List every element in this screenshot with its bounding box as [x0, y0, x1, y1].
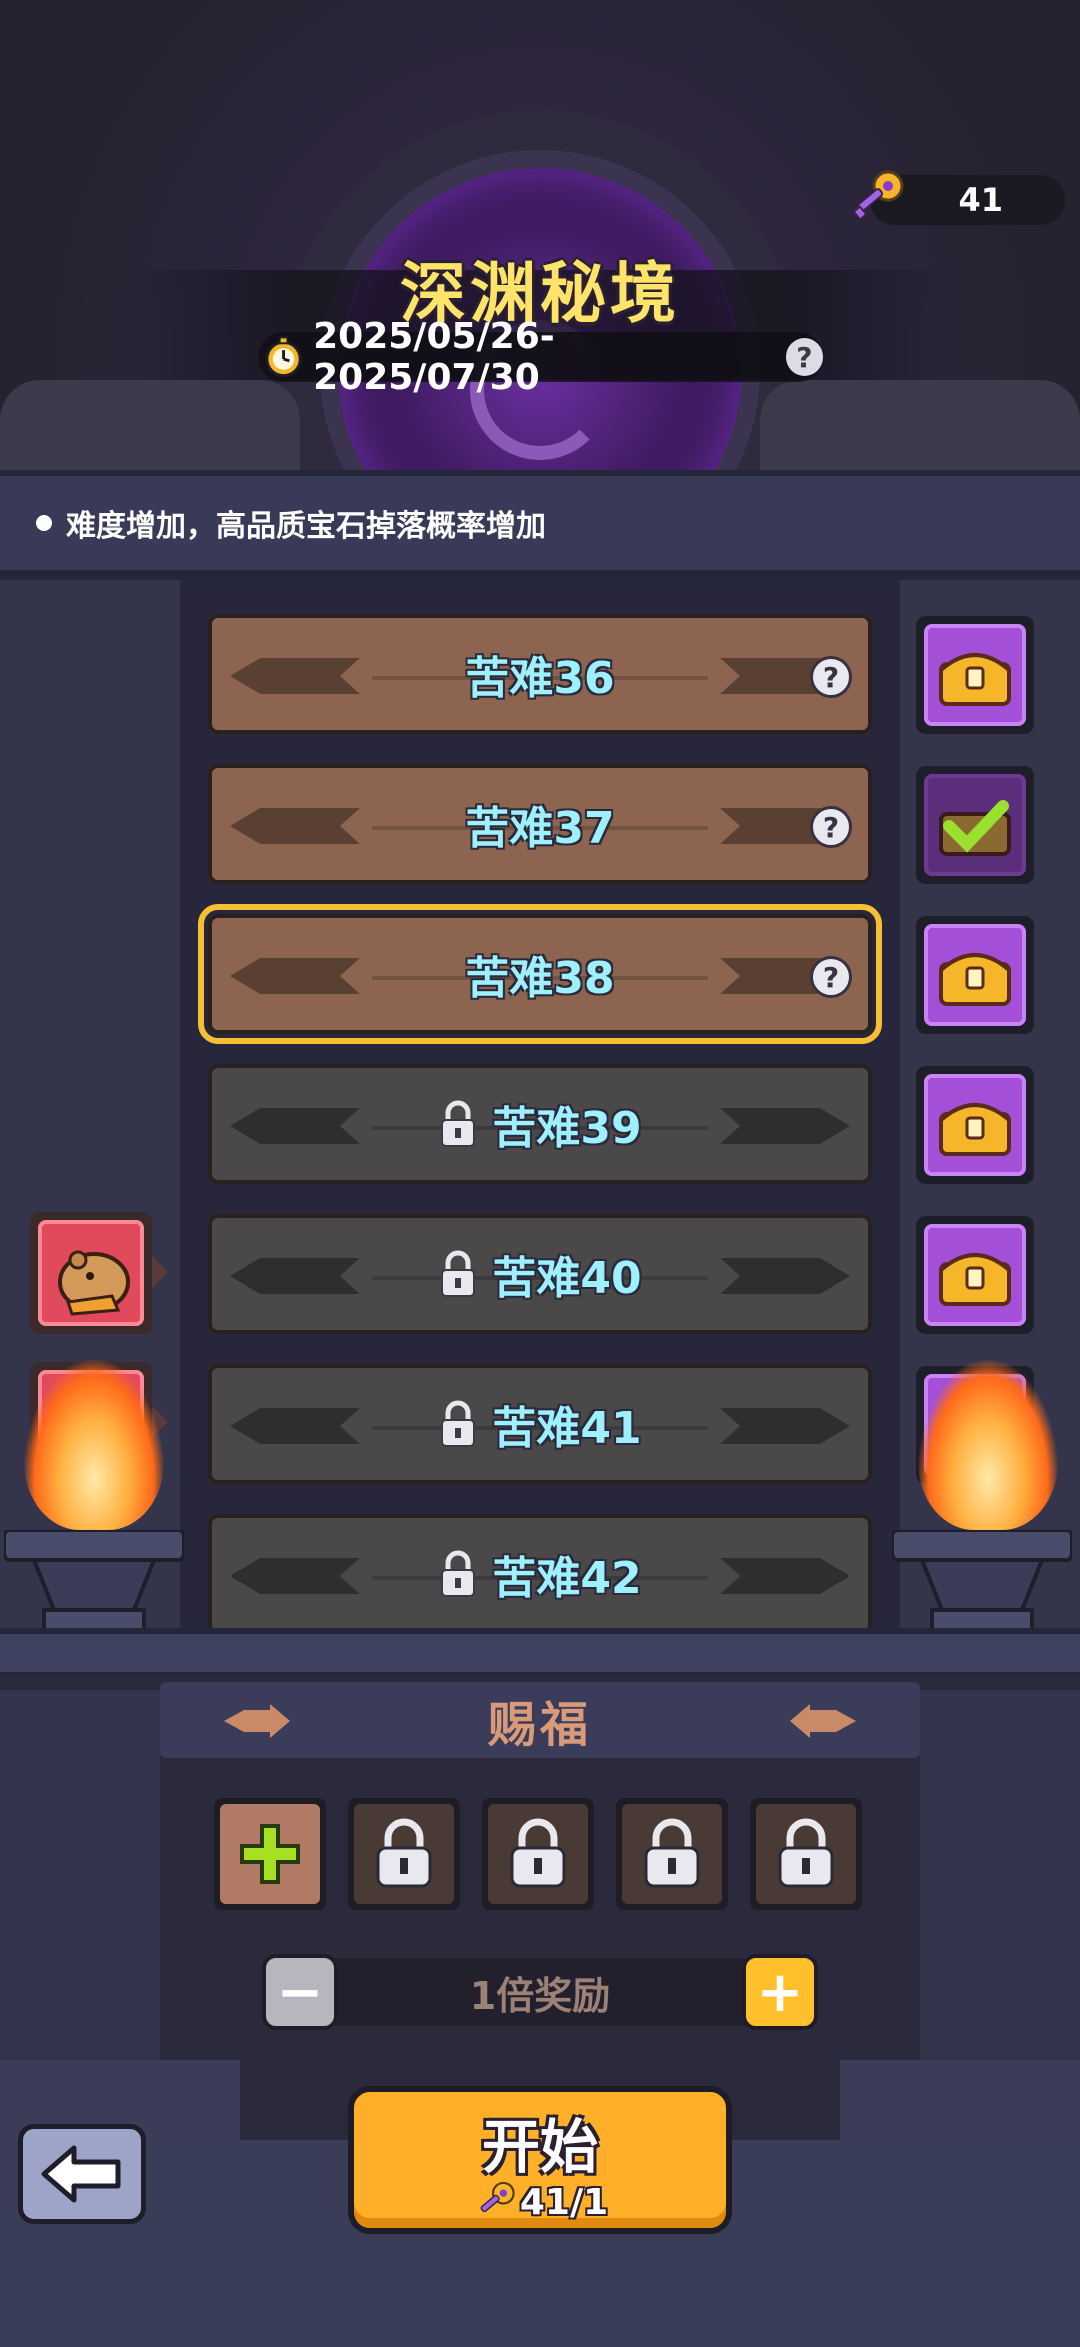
- capybara-portrait: [38, 1220, 144, 1326]
- event-help-icon[interactable]: ?: [785, 338, 823, 376]
- blessing-slot-locked-1[interactable]: [348, 1798, 460, 1910]
- blessing-slot-locked-4[interactable]: [750, 1798, 862, 1910]
- stopwatch-icon: [265, 336, 302, 378]
- blessing-header: 赐福: [160, 1682, 920, 1758]
- level-help-icon[interactable]: ?: [810, 806, 852, 848]
- arrow-right-deco-icon: [224, 1704, 290, 1738]
- lock-icon: [441, 1550, 476, 1597]
- arrow-deco-icon: [230, 1258, 360, 1294]
- level-row-36[interactable]: 苦难36 ?: [208, 614, 872, 734]
- chest-reward-37[interactable]: [916, 766, 1034, 884]
- add-slot: [220, 1804, 320, 1904]
- level-label: 苦难41: [492, 1403, 642, 1454]
- chest-reward-40[interactable]: [916, 1216, 1034, 1334]
- buff-arrow-icon: [152, 1256, 168, 1288]
- flame-right-icon: [918, 1360, 1058, 1530]
- lock-icon: [644, 1818, 700, 1888]
- level-row-39[interactable]: 苦难39: [208, 1064, 872, 1184]
- arrow-deco-icon: [230, 958, 360, 994]
- locked-slot: [488, 1804, 588, 1904]
- lock-icon: [441, 1400, 476, 1447]
- level-label: 苦难39: [492, 1103, 642, 1154]
- arrow-left-icon: [41, 2145, 121, 2203]
- blessing-slot-add[interactable]: [214, 1798, 326, 1910]
- level-label: 苦难36: [465, 653, 615, 704]
- rubble-left: [0, 380, 300, 470]
- chest-reward-36[interactable]: [916, 616, 1034, 734]
- arrow-deco-icon: [720, 1558, 850, 1594]
- brazier-left: [4, 1530, 184, 1640]
- notice-bar: 难度增加，高品质宝石掉落概率增加: [0, 470, 1080, 580]
- level-label: 苦难38: [465, 953, 615, 1004]
- bullet-icon: [36, 515, 52, 531]
- arrow-deco-icon: [230, 808, 360, 844]
- arrow-deco-icon: [720, 1408, 850, 1444]
- locked-slot: [756, 1804, 856, 1904]
- arrow-deco-icon: [720, 1258, 850, 1294]
- level-help-icon[interactable]: ?: [810, 956, 852, 998]
- lock-icon: [510, 1818, 566, 1888]
- rubble-right: [760, 380, 1080, 470]
- start-cost: 41/1: [354, 2180, 726, 2224]
- blessing-slot-locked-2[interactable]: [482, 1798, 594, 1910]
- chest-icon: [924, 924, 1026, 1026]
- key-icon: [480, 2181, 515, 2213]
- arrow-deco-icon: [230, 1408, 360, 1444]
- chest-reward-39[interactable]: [916, 1066, 1034, 1184]
- arrow-deco-icon: [230, 1108, 360, 1144]
- chest-icon: [924, 624, 1026, 726]
- key-icon: [852, 170, 904, 221]
- chest-icon: [924, 1074, 1026, 1176]
- level-label: 苦难42: [492, 1553, 642, 1604]
- lock-icon: [778, 1818, 834, 1888]
- blessing-slot-locked-3[interactable]: [616, 1798, 728, 1910]
- notice-text: 难度增加，高品质宝石掉落概率增加: [66, 509, 546, 544]
- chest-claimed-icon: [924, 774, 1026, 876]
- level-label: 苦难37: [465, 803, 615, 854]
- level-row-40[interactable]: 苦难40: [208, 1214, 872, 1334]
- start-cost-value: 41/1: [519, 2181, 609, 2223]
- brazier-right: [892, 1530, 1072, 1640]
- level-row-37[interactable]: 苦难37 ?: [208, 764, 872, 884]
- level-row-42[interactable]: 苦难42: [208, 1514, 872, 1634]
- lock-icon: [376, 1818, 432, 1888]
- back-button[interactable]: [18, 2124, 146, 2224]
- key-count: 41: [958, 181, 1003, 219]
- event-date-range: 2025/05/26-2025/07/30: [313, 316, 555, 398]
- arrow-deco-icon: [230, 658, 360, 694]
- level-label: 苦难40: [492, 1253, 642, 1304]
- start-label: 开始: [481, 2113, 598, 2181]
- multiplier-plus-button[interactable]: +: [742, 1954, 818, 2030]
- plus-icon: [240, 1824, 300, 1884]
- level-row-38[interactable]: 苦难38 ?: [198, 904, 882, 1044]
- start-button[interactable]: 开始 41/1: [348, 2086, 732, 2234]
- multiplier-minus-button[interactable]: −: [262, 1954, 338, 2030]
- multiplier-label: 1倍奖励: [469, 1973, 611, 2018]
- blessing-title: 赐福: [487, 1697, 592, 1753]
- locked-slot: [622, 1804, 722, 1904]
- level-row-41[interactable]: 苦难41: [208, 1364, 872, 1484]
- level-help-icon[interactable]: ?: [810, 656, 852, 698]
- chest-reward-38[interactable]: [916, 916, 1034, 1034]
- lock-icon: [441, 1100, 476, 1147]
- arrow-deco-icon: [720, 1108, 850, 1144]
- arrow-deco-icon: [230, 1558, 360, 1594]
- pillar-base-right: [840, 2060, 1080, 2140]
- capybara-buff-icon[interactable]: [30, 1212, 152, 1334]
- lock-icon: [441, 1250, 476, 1297]
- flame-left-icon: [24, 1360, 164, 1530]
- locked-slot: [354, 1804, 454, 1904]
- floor-band: [0, 1628, 1080, 1678]
- chest-icon: [924, 1224, 1026, 1326]
- event-date-row: 2025/05/26-2025/07/30 ?: [258, 316, 823, 398]
- arrow-left-deco-icon: [790, 1704, 856, 1738]
